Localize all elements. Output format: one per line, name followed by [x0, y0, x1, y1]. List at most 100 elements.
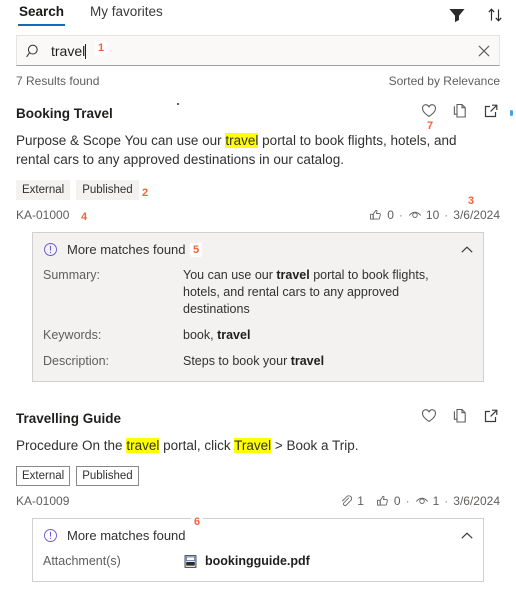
scrollbar-thumb[interactable]	[510, 110, 513, 116]
panel-row: Keywords: book, travel	[43, 327, 473, 344]
panel-row-label: Keywords:	[43, 328, 102, 342]
sort-label[interactable]: Sorted by Relevance	[389, 74, 500, 88]
more-matches-panel: More matches found Summary: You can use …	[32, 232, 484, 382]
panel-row-label: Description:	[43, 354, 109, 368]
snippet-highlight: travel	[126, 438, 160, 453]
toolbar-icons	[448, 6, 504, 24]
tag-published: Published	[76, 466, 139, 486]
result-date: 3/6/2024	[453, 494, 500, 508]
result-kb-id: KA-01009	[16, 494, 70, 508]
more-matches-panel: More matches found Attachment(s) booking…	[32, 518, 484, 582]
snippet-part: > Book a Trip.	[271, 438, 359, 453]
value-part-bold: travel	[276, 268, 310, 282]
snippet-part: Purpose & Scope You can use our	[16, 133, 226, 148]
tag-external: External	[16, 180, 71, 200]
filter-funnel-icon[interactable]	[448, 6, 466, 24]
search-input-text: travel	[51, 42, 86, 59]
result-id-row: KA-01000 0 · 10 · 3/6/2024	[16, 208, 500, 222]
likes-count: 0	[393, 494, 401, 508]
copy-document-icon[interactable]	[451, 102, 469, 120]
result-actions	[420, 102, 500, 120]
value-part: Steps to book your	[183, 354, 291, 368]
clear-search-icon[interactable]	[476, 43, 492, 59]
eye-icon	[415, 497, 428, 504]
more-matches-header[interactable]: More matches found	[43, 241, 473, 258]
tab-search[interactable]: Search	[18, 0, 66, 26]
value-part: book,	[183, 328, 218, 342]
panel-row-value: Steps to book your travel	[183, 353, 473, 370]
result-id-row: KA-01009 1 0 · 1 · 3/6/2024	[16, 494, 500, 508]
decorative-dot	[177, 103, 179, 105]
views-count: 10	[425, 208, 440, 222]
search-icon	[26, 43, 42, 59]
separator-dot: ·	[405, 494, 410, 508]
open-external-icon[interactable]	[482, 407, 500, 425]
views-stat: 1	[415, 494, 440, 508]
chevron-up-icon[interactable]	[460, 529, 474, 543]
value-part-bold: travel	[217, 328, 251, 342]
tab-bar: Search My favorites	[0, 0, 516, 28]
snippet-highlight: Travel	[234, 438, 272, 453]
more-matches-title: More matches found	[67, 242, 186, 257]
thumbs-up-icon	[377, 495, 388, 506]
result-kb-id: KA-01000	[16, 208, 70, 222]
panel-row-label: Attachment(s)	[43, 554, 121, 568]
heart-icon[interactable]	[420, 407, 438, 425]
text-caret	[85, 43, 87, 59]
likes-stat: 0	[369, 208, 394, 222]
tag-published: Published	[76, 180, 139, 200]
likes-count: 0	[387, 208, 394, 222]
separator-dot: ·	[444, 208, 449, 222]
attachment-count: 1	[357, 494, 364, 508]
results-meta-row: 7 Results found Sorted by Relevance	[16, 74, 500, 88]
paperclip-icon	[342, 495, 353, 507]
likes-stat: 0	[376, 494, 401, 508]
attachment-name[interactable]: bookingguide.pdf	[205, 553, 310, 570]
search-input-value[interactable]: travel	[51, 42, 87, 60]
chevron-up-icon[interactable]	[460, 243, 474, 257]
tab-my-favorites-label: My favorites	[90, 4, 163, 19]
panel-row-value: book, travel	[183, 327, 473, 344]
result-stats: 1 0 · 1 · 3/6/2024	[339, 494, 500, 508]
sort-arrows-icon[interactable]	[486, 6, 504, 24]
snippet-part: Procedure On the	[16, 438, 127, 453]
open-external-icon[interactable]	[482, 102, 500, 120]
pdf-file-icon	[183, 554, 198, 569]
heart-icon[interactable]	[420, 102, 438, 120]
thumbs-up-icon	[370, 209, 382, 220]
result-actions	[420, 407, 500, 425]
panel-row: Description: Steps to book your travel	[43, 353, 473, 370]
result-snippet: Procedure On the travel portal, click Tr…	[16, 436, 494, 455]
more-matches-header[interactable]: More matches found	[43, 527, 473, 544]
attachment-stat: 1	[339, 494, 364, 508]
more-matches-title: More matches found	[67, 528, 186, 543]
panel-row: Summary: You can use our travel portal t…	[43, 267, 473, 318]
tab-my-favorites[interactable]: My favorites	[89, 0, 164, 26]
result-tags: External Published	[16, 466, 500, 486]
info-circle-icon	[43, 528, 58, 543]
copy-document-icon[interactable]	[451, 407, 469, 425]
result-snippet: Purpose & Scope You can use our travel p…	[16, 131, 494, 169]
search-results-app: Search My favorites travel 7 Results fou…	[0, 0, 516, 590]
result-item[interactable]: Travelling Guide Procedure On the travel…	[16, 407, 500, 582]
eye-icon	[408, 211, 421, 218]
value-part-bold: travel	[290, 354, 325, 368]
views-count: 1	[432, 494, 440, 508]
snippet-part: portal, click	[159, 438, 235, 453]
info-circle-icon	[43, 242, 58, 257]
result-stats: 0 · 10 · 3/6/2024	[369, 208, 500, 222]
panel-row-value: bookingguide.pdf	[183, 553, 473, 570]
panel-row: Attachment(s) bookingguide.pdf	[43, 553, 473, 570]
separator-dot: ·	[398, 208, 403, 222]
result-item[interactable]: Booking Travel Purpose & Scope You can u…	[16, 102, 500, 382]
search-field[interactable]: travel	[16, 35, 500, 66]
result-tags: External Published	[16, 180, 500, 200]
value-part: You can use our	[183, 268, 277, 282]
tag-external: External	[16, 466, 71, 486]
panel-row-value: You can use our travel portal to book fl…	[183, 267, 473, 318]
views-stat: 10	[408, 208, 439, 222]
panel-row-label: Summary:	[43, 268, 100, 282]
tab-search-label: Search	[19, 4, 65, 19]
separator-dot: ·	[444, 494, 449, 508]
result-date: 3/6/2024	[453, 208, 500, 222]
